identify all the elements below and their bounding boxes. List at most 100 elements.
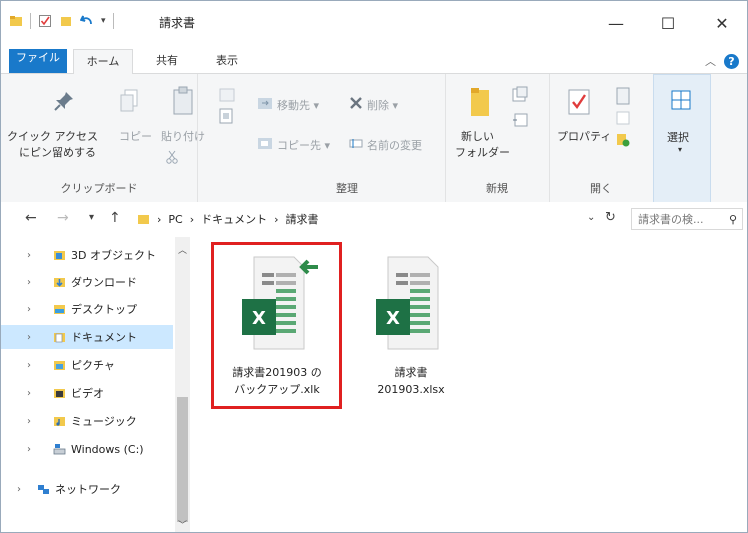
expand-chevron-icon[interactable]: › [27,360,31,371]
expand-chevron-icon[interactable]: › [27,444,31,455]
address-bar[interactable]: › PC › ドキュメント › 請求書 [137,208,617,230]
navigation-pane: › 3D オブジェクト › ダウンロード › デスクトップ › ドキュメント ›… [1,237,191,532]
maximize-button[interactable]: ☐ [645,9,691,37]
select-group[interactable]: 選択 ▾ [653,74,711,204]
sidebar-item-downloads[interactable]: › ダウンロード [1,270,173,294]
easy-access-icon[interactable] [511,112,531,128]
sidebar-item-videos[interactable]: › ビデオ [1,381,173,405]
customize-dropdown-icon[interactable]: ▾ [101,16,106,26]
documents-icon [54,333,65,343]
tab-home[interactable]: ホーム [73,49,133,75]
pin-quick-access-label-2[interactable]: にピン留めする [19,144,96,160]
sidebar-item-3d-objects[interactable]: › 3D オブジェクト [1,243,173,267]
rename-icon[interactable] [349,136,363,150]
copy-icon[interactable] [119,88,141,114]
scrollbar-thumb[interactable] [177,397,188,522]
network-icon [38,485,49,494]
expand-chevron-icon[interactable]: › [27,250,31,261]
new-folder-icon[interactable] [469,86,493,118]
collapse-ribbon-icon[interactable]: ︿ [705,53,716,69]
breadcrumb-documents[interactable]: ドキュメント [201,211,267,227]
pin-quick-access-label-1[interactable]: クイック アクセス [7,128,98,144]
breadcrumb-pc[interactable]: PC [168,213,182,226]
delete-button[interactable]: 削除 ▾ [367,97,398,113]
sidebar-item-label: Windows (C:) [71,442,144,456]
tab-view[interactable]: 表示 [201,49,253,73]
search-icon[interactable]: ⚲ [729,209,737,231]
delete-icon[interactable] [349,96,363,110]
history-icon[interactable] [615,132,631,148]
file-item-xlsx[interactable]: X 請求書 201903.xlsx [349,249,473,398]
properties-button[interactable]: プロパティ [557,128,611,144]
sidebar-item-desktop[interactable]: › デスクトップ [1,297,173,321]
tab-share[interactable]: 共有 [141,49,193,73]
recent-locations-icon[interactable]: ▾ [89,212,94,223]
sidebar-item-label: ドキュメント [71,331,137,344]
sidebar-item-network[interactable]: › ネットワーク [1,477,173,501]
new-folder-label-1[interactable]: 新しい [461,128,494,144]
breadcrumb-separator-icon: › [157,212,162,226]
file-name-line-2: バックアップ.xlk [234,383,320,396]
expand-chevron-icon[interactable]: › [27,388,31,399]
sidebar-item-music[interactable]: › ミュージック [1,409,173,433]
refresh-icon[interactable]: ↻ [605,210,616,225]
copy-to-icon[interactable] [257,136,273,150]
sidebar-item-documents[interactable]: › ドキュメント [1,325,173,349]
quick-access-toolbar: ▾ [9,13,114,29]
file-name-line-1: 請求書 [394,366,428,379]
scroll-down-icon[interactable]: ﹀ [178,518,187,531]
copy-path-icon[interactable] [219,108,233,124]
scroll-up-icon[interactable]: ︿ [178,243,187,256]
pin-icon[interactable] [53,90,75,112]
search-input[interactable]: 請求書の検... ⚲ [631,208,743,230]
close-button[interactable]: ✕ [699,9,745,37]
select-dropdown-icon[interactable]: ▾ [678,145,682,154]
up-arrow-icon[interactable]: ↑ [109,210,121,226]
expand-chevron-icon[interactable]: › [27,332,31,343]
breadcrumb-separator-icon: › [274,212,279,226]
3d-objects-icon [54,251,65,260]
new-group-label: 新規 [486,182,508,195]
tab-file[interactable]: ファイル [9,49,67,73]
move-to-icon[interactable] [257,96,273,110]
edit-icon[interactable] [615,110,631,126]
excel-file-icon: X [376,256,439,350]
clipboard-group-label: クリップボード [60,182,138,195]
rename-button[interactable]: 名前の変更 [367,137,422,153]
select-button[interactable]: 選択 [667,129,689,145]
new-folder-icon[interactable] [59,14,73,28]
paste-shortcut-icon[interactable] [219,88,235,102]
expand-chevron-icon[interactable]: › [27,277,31,288]
expand-chevron-icon[interactable]: › [27,416,31,427]
copy-button[interactable]: コピー [119,128,152,144]
file-item-backup[interactable]: X 請求書201903 の バックアップ.xlk [215,249,339,398]
forward-arrow-icon[interactable]: → [57,210,69,226]
move-to-button[interactable]: 移動先 ▾ [277,97,319,113]
copy-to-button[interactable]: コピー先 ▾ [277,137,330,153]
properties-icon[interactable] [567,88,591,116]
toolbar-separator [30,13,31,29]
toolbar-separator [112,13,114,29]
back-arrow-icon[interactable]: ← [25,210,37,226]
paste-button[interactable]: 貼り付け [161,128,205,144]
undo-icon[interactable] [80,14,94,28]
music-icon [54,417,65,426]
search-placeholder: 請求書の検... [638,213,704,226]
sidebar-item-pictures[interactable]: › ピクチャ [1,353,173,377]
organize-group-label: 整理 [336,182,358,195]
sidebar-scrollbar[interactable]: ︿ ﹀ [175,237,190,532]
sidebar-item-windows-c[interactable]: › Windows (C:) [1,437,173,461]
properties-icon[interactable] [38,14,52,28]
minimize-button[interactable]: — [593,9,639,37]
address-history-icon[interactable]: ⌄ [587,212,595,223]
select-grid-icon[interactable] [670,89,692,111]
cut-icon[interactable] [165,150,179,164]
expand-chevron-icon[interactable]: › [27,304,31,315]
open-icon[interactable] [615,86,633,106]
help-icon[interactable]: ? [724,53,739,69]
new-item-icon[interactable] [511,86,531,104]
new-folder-label-2[interactable]: フォルダー [455,144,510,160]
breadcrumb-current[interactable]: 請求書 [286,211,319,227]
expand-chevron-icon[interactable]: › [17,484,21,495]
paste-icon[interactable] [171,86,195,116]
